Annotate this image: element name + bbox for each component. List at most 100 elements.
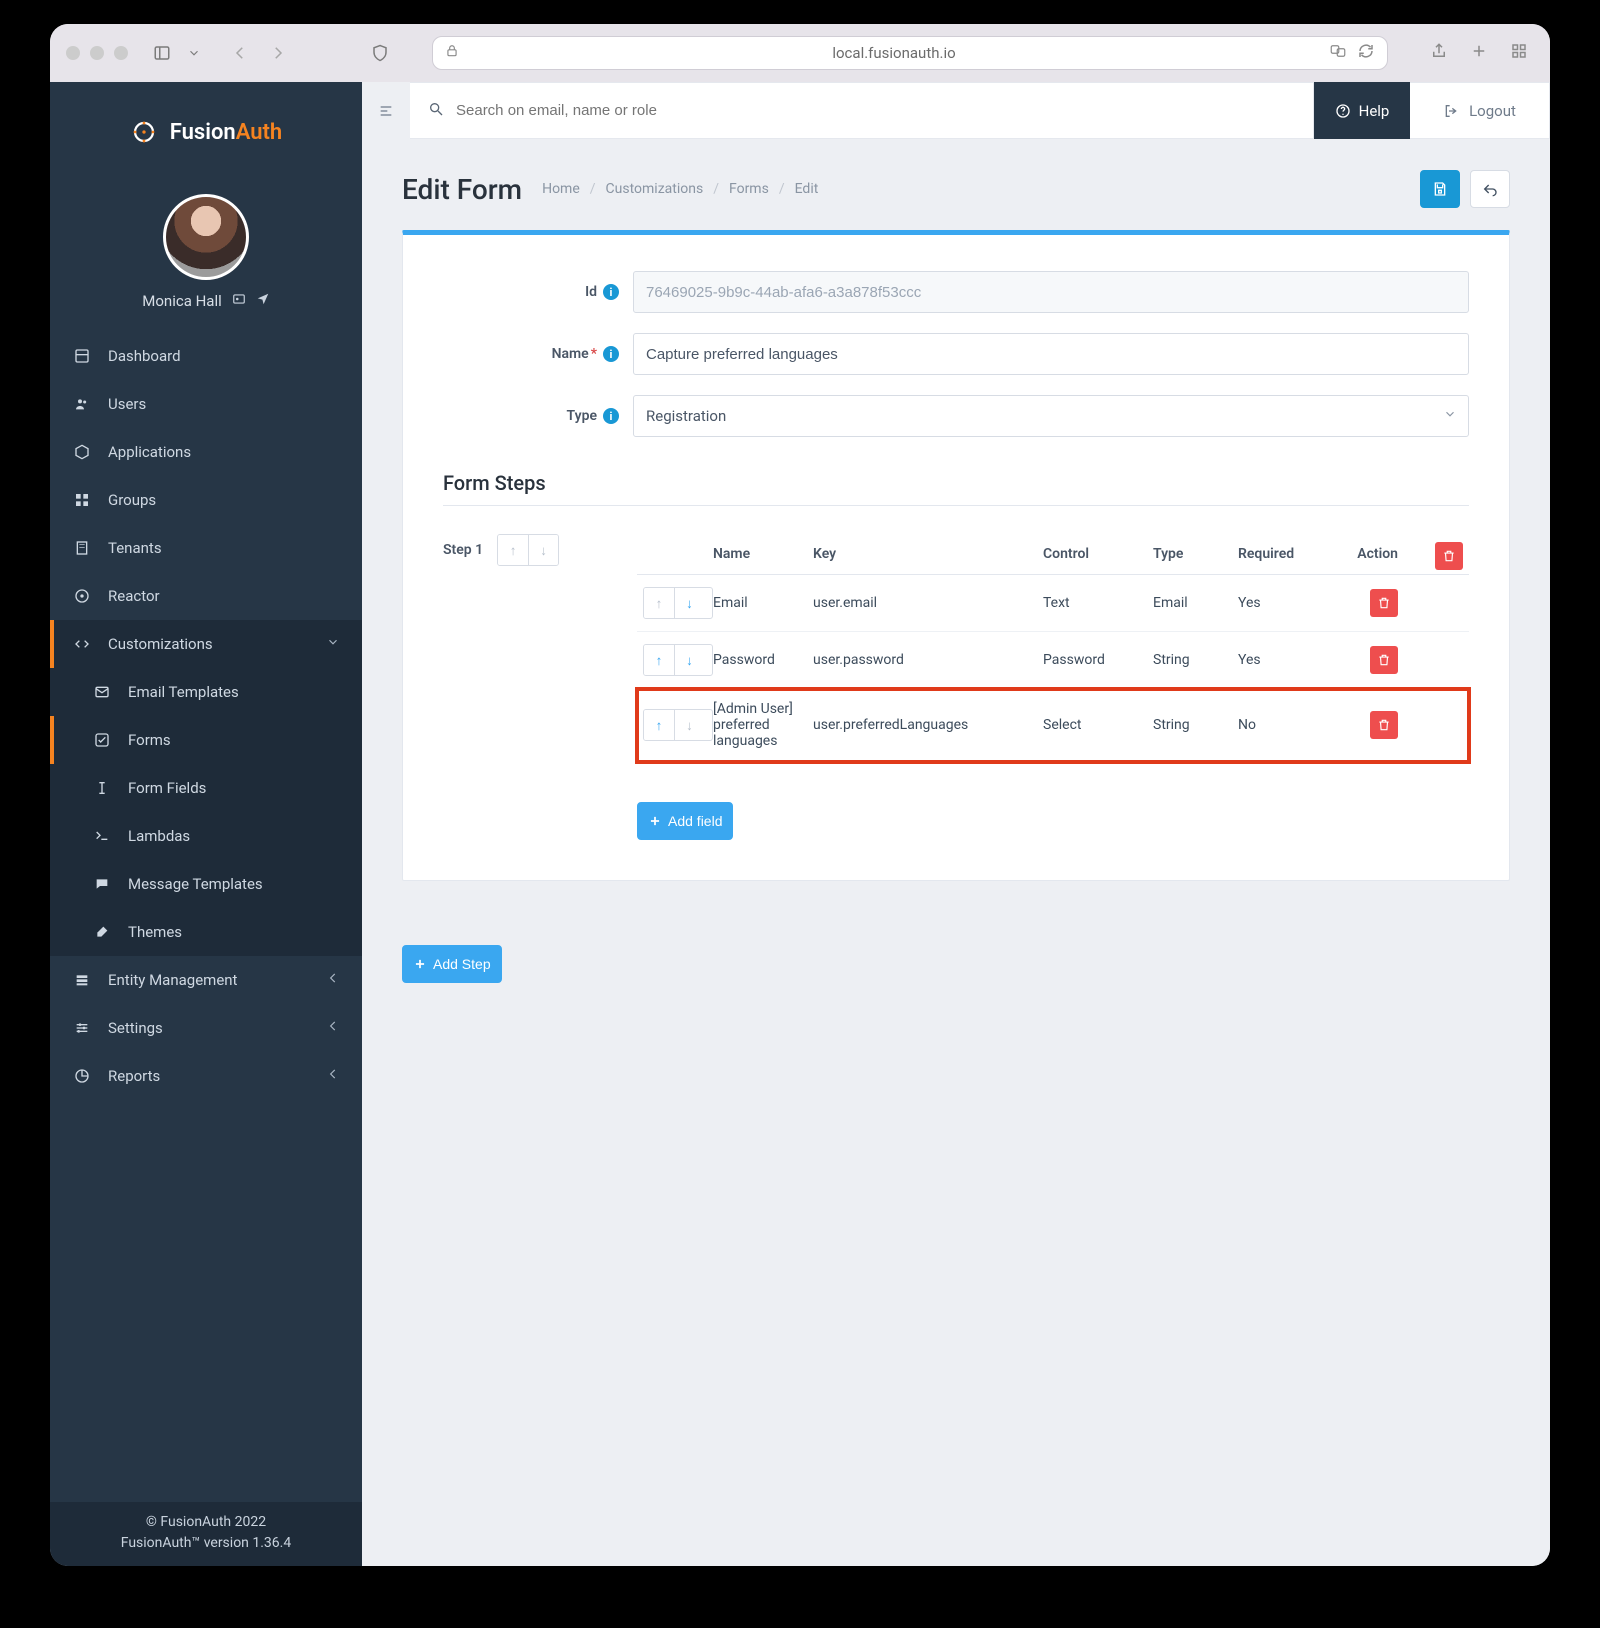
browser-chrome: local.fusionauth.io (50, 24, 1550, 82)
crumb-forms[interactable]: Forms (729, 181, 769, 197)
shield-icon[interactable] (370, 43, 390, 63)
delete-step-button[interactable] (1435, 542, 1463, 570)
save-button[interactable] (1420, 170, 1460, 208)
code-icon (72, 636, 92, 652)
search-icon (428, 101, 444, 121)
traffic-close[interactable] (66, 46, 80, 60)
delete-row-button[interactable] (1370, 711, 1398, 739)
sidebar-item-message-templates[interactable]: Message Templates (50, 860, 362, 908)
name-field[interactable] (633, 333, 1469, 375)
sidebar-item-themes[interactable]: Themes (50, 908, 362, 956)
row-move-up-button[interactable]: ↑ (644, 588, 674, 618)
tabs-icon[interactable] (1510, 42, 1528, 64)
row-move-down-button[interactable]: ↓ (674, 710, 704, 740)
chevron-down-icon[interactable] (184, 43, 204, 63)
footer-copyright: © FusionAuth 2022 (50, 1512, 362, 1533)
profile-block: Monica Hall (50, 182, 362, 332)
sidebar-nav: Dashboard Users Applications Groups Tena… (50, 332, 362, 1502)
groups-icon (72, 492, 92, 508)
check-icon (92, 732, 112, 748)
row-move-down-button[interactable]: ↓ (674, 645, 704, 675)
sidebar-item-forms[interactable]: Forms (50, 716, 362, 764)
fields-table: Name Key Control Type Required Action (637, 534, 1469, 840)
crumb-home[interactable]: Home (542, 181, 580, 197)
reload-icon[interactable] (1357, 42, 1375, 64)
step-move-down-button[interactable]: ↓ (528, 535, 558, 565)
sidebar-footer: © FusionAuth 2022 FusionAuth™ version 1.… (50, 1502, 362, 1566)
row-move-up-button[interactable]: ↑ (644, 710, 674, 740)
step-block-1: Step 1 ↑ ↓ Name Key Control (443, 534, 1469, 840)
translate-icon[interactable] (1329, 42, 1347, 64)
envelope-icon (92, 684, 112, 700)
search-input[interactable] (456, 102, 1295, 119)
location-icon[interactable] (256, 292, 270, 310)
new-tab-icon[interactable] (1470, 42, 1488, 64)
add-step-button[interactable]: Add Step (402, 945, 502, 983)
cell-key: user.password (813, 652, 1043, 668)
delete-row-button[interactable] (1370, 646, 1398, 674)
sidebar-item-email-templates[interactable]: Email Templates (50, 668, 362, 716)
traffic-min[interactable] (90, 46, 104, 60)
id-label: Idi (443, 284, 633, 301)
nav-forward-icon[interactable] (268, 43, 288, 63)
sidebar-toggle-icon[interactable] (152, 43, 172, 63)
sidebar-item-dashboard[interactable]: Dashboard (50, 332, 362, 380)
brand-text-post: Auth (236, 120, 283, 145)
chevron-left-icon (326, 1019, 340, 1037)
cell-required: No (1238, 717, 1338, 733)
breadcrumb: Home/ Customizations/ Forms/ Edit (542, 181, 818, 197)
cell-required: Yes (1238, 595, 1338, 611)
info-icon[interactable]: i (603, 408, 619, 424)
dashboard-icon (72, 348, 92, 364)
help-button[interactable]: Help (1314, 82, 1410, 139)
col-type: Type (1153, 546, 1238, 562)
crumb-customizations[interactable]: Customizations (606, 181, 704, 197)
traffic-max[interactable] (114, 46, 128, 60)
profile-name: Monica Hall (142, 292, 221, 310)
delete-row-button[interactable] (1370, 589, 1398, 617)
step-1-label: Step 1 (443, 542, 483, 558)
info-icon[interactable]: i (603, 284, 619, 300)
footer-version: FusionAuth™ version 1.36.4 (50, 1533, 362, 1554)
page-header: Edit Form Home/ Customizations/ Forms/ E… (362, 140, 1550, 230)
sidebar-item-applications[interactable]: Applications (50, 428, 362, 476)
sliders-icon (72, 1020, 92, 1036)
tenants-icon (72, 540, 92, 556)
cell-control: Text (1043, 595, 1153, 611)
share-icon[interactable] (1430, 42, 1448, 64)
type-select[interactable]: Registration (633, 395, 1469, 437)
logout-button[interactable]: Logout (1410, 82, 1550, 139)
content-card: Idi Name*i Typei Registration Form Steps (402, 230, 1510, 881)
col-key: Key (813, 546, 1043, 562)
back-button[interactable] (1470, 170, 1510, 208)
cell-key: user.email (813, 595, 1043, 611)
sidebar-item-entity-management[interactable]: Entity Management (50, 956, 362, 1004)
step-move-up-button[interactable]: ↑ (498, 535, 528, 565)
row-move-up-button[interactable]: ↑ (644, 645, 674, 675)
sidebar-item-tenants[interactable]: Tenants (50, 524, 362, 572)
sidebar-item-reports[interactable]: Reports (50, 1052, 362, 1100)
cell-key: user.preferredLanguages (813, 717, 1043, 733)
sidebar-item-customizations[interactable]: Customizations (50, 620, 362, 668)
info-icon[interactable]: i (603, 346, 619, 362)
search-bar (410, 82, 1314, 139)
collapse-sidebar-button[interactable] (362, 82, 410, 139)
chevron-down-icon (326, 635, 340, 653)
page-title: Edit Form (402, 173, 522, 206)
brand-text-pre: Fusion (170, 120, 236, 145)
address-bar[interactable]: local.fusionauth.io (432, 36, 1388, 70)
cell-control: Password (1043, 652, 1153, 668)
sidebar-item-lambdas[interactable]: Lambdas (50, 812, 362, 860)
avatar[interactable] (163, 194, 249, 280)
add-field-button[interactable]: Add field (637, 802, 733, 840)
sidebar-item-groups[interactable]: Groups (50, 476, 362, 524)
sidebar-item-reactor[interactable]: Reactor (50, 572, 362, 620)
nav-back-icon[interactable] (230, 43, 250, 63)
row-move-down-button[interactable]: ↓ (674, 588, 704, 618)
id-card-icon[interactable] (232, 292, 246, 310)
sidebar-item-users[interactable]: Users (50, 380, 362, 428)
sidebar-item-form-fields[interactable]: Form Fields (50, 764, 362, 812)
col-required: Required (1238, 546, 1338, 562)
col-name: Name (713, 546, 813, 562)
sidebar-item-settings[interactable]: Settings (50, 1004, 362, 1052)
